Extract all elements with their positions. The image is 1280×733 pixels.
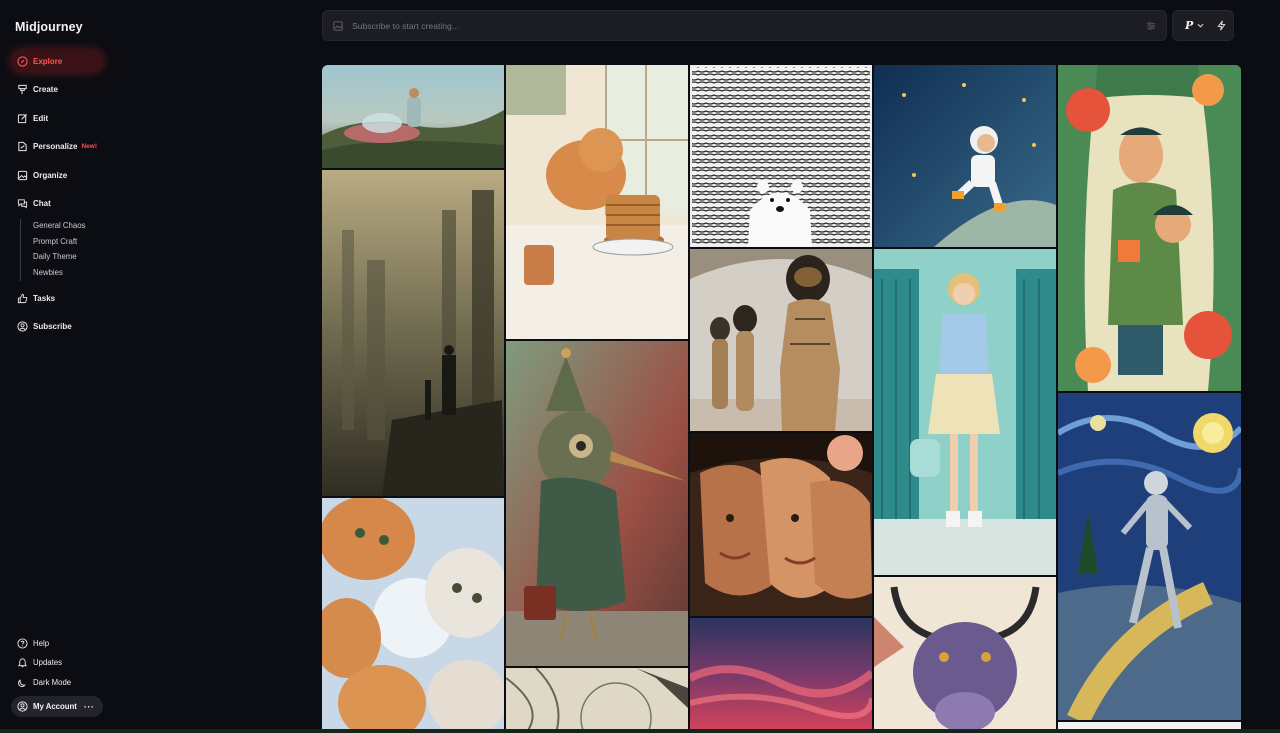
nav-subscribe[interactable]: Subscribe — [11, 316, 103, 338]
nav-organize[interactable]: Organize — [11, 164, 103, 186]
gallery-image-boy-astronaut-stars[interactable] — [874, 65, 1056, 247]
nav-tasks[interactable]: Tasks — [11, 287, 103, 309]
gallery-image-cats-looking-down[interactable] — [322, 498, 504, 733]
nav-create[interactable]: Create — [11, 79, 103, 101]
secondary-nav: Tasks Subscribe — [11, 287, 103, 344]
nav-create-label: Create — [33, 85, 58, 94]
sidebar: Midjourney Explore Create Edit Personali… — [0, 0, 118, 733]
explore-gallery — [322, 65, 1241, 733]
nav-help-label: Help — [33, 638, 50, 648]
help-icon — [17, 637, 28, 649]
settings-sliders-icon[interactable] — [1146, 21, 1156, 31]
moon-icon — [17, 677, 28, 688]
new-badge: New! — [81, 143, 97, 150]
brush-icon — [17, 84, 28, 95]
nav-personalize-label: Personalize — [33, 142, 78, 151]
app-logo[interactable]: Midjourney — [15, 20, 83, 34]
gallery-image-retro-ufo-woman[interactable] — [322, 65, 504, 168]
gallery-image-starry-night-robot[interactable] — [1058, 393, 1241, 720]
nav-explore[interactable]: Explore — [11, 50, 103, 72]
bottom-status-strip — [0, 729, 1280, 733]
my-account-label: My Account — [33, 702, 77, 711]
more-icon[interactable]: ··· — [84, 702, 95, 712]
gallery-image-misty-city-silhouettes[interactable] — [322, 170, 504, 496]
personalize-icon — [17, 141, 28, 152]
user-circle-icon — [17, 321, 28, 332]
thumbs-up-icon — [17, 293, 28, 304]
chat-channel-newbies[interactable]: Newbies — [33, 266, 85, 282]
nav-edit-label: Edit — [33, 113, 49, 123]
gallery-image-cat-pancakes-illustration[interactable] — [506, 65, 688, 339]
bell-icon — [17, 657, 28, 668]
gallery-image-purple-bull-sketch[interactable] — [874, 577, 1056, 733]
nav-organize-label: Organize — [33, 170, 68, 180]
gallery-image-paper-art-father-child[interactable] — [1058, 65, 1241, 391]
compass-icon — [17, 55, 28, 67]
gallery-image-red-sky-clouds[interactable] — [690, 618, 872, 733]
nav-tasks-label: Tasks — [33, 293, 56, 303]
prompt-input[interactable] — [352, 20, 1112, 31]
bottom-nav: Help Updates Dark Mode — [11, 632, 103, 691]
nav-help[interactable]: Help — [11, 632, 103, 654]
nav-personalize[interactable]: Personalize New! — [11, 136, 103, 158]
nav-updates-label: Updates — [33, 658, 63, 667]
nav-edit[interactable]: Edit — [11, 107, 103, 129]
chat-icon — [17, 198, 28, 209]
nav-dark-mode[interactable]: Dark Mode — [11, 671, 103, 693]
main-nav: Explore Create Edit Personalize New! Org… — [11, 50, 103, 221]
chat-channel-general-chaos[interactable]: General Chaos — [33, 219, 85, 235]
nav-explore-label: Explore — [33, 56, 63, 66]
lightning-icon[interactable] — [1216, 20, 1227, 31]
profile-initial[interactable]: P — [1185, 19, 1193, 32]
edit-icon — [17, 113, 28, 124]
profile-menu: P — [1172, 10, 1234, 41]
gallery-image-polar-bear-maze[interactable] — [690, 65, 872, 247]
gallery-image-sketch-wings[interactable] — [506, 668, 688, 733]
nav-chat-label: Chat — [33, 199, 51, 208]
gallery-image-girl-lockers-schoolgirl[interactable] — [874, 249, 1056, 575]
chevron-down-icon[interactable] — [1197, 22, 1204, 29]
gallery-image-abstract-faces-collage[interactable] — [690, 433, 872, 616]
prompt-bar — [322, 10, 1167, 41]
nav-subscribe-label: Subscribe — [33, 322, 72, 331]
chat-channel-list: General Chaos Prompt Craft Daily Theme N… — [20, 219, 85, 281]
user-circle-icon — [17, 701, 28, 712]
image-icon — [17, 170, 28, 181]
chat-channel-daily-theme[interactable]: Daily Theme — [33, 250, 85, 266]
gallery-image-astronaut-robots[interactable] — [690, 249, 872, 431]
image-icon[interactable] — [333, 20, 343, 31]
chat-channel-prompt-craft[interactable]: Prompt Craft — [33, 235, 85, 251]
nav-chat[interactable]: Chat — [11, 193, 103, 215]
my-account-button[interactable]: My Account ··· — [11, 696, 103, 717]
gallery-image-bird-wizard-hat[interactable] — [506, 341, 688, 666]
nav-dark-mode-label: Dark Mode — [33, 677, 72, 687]
